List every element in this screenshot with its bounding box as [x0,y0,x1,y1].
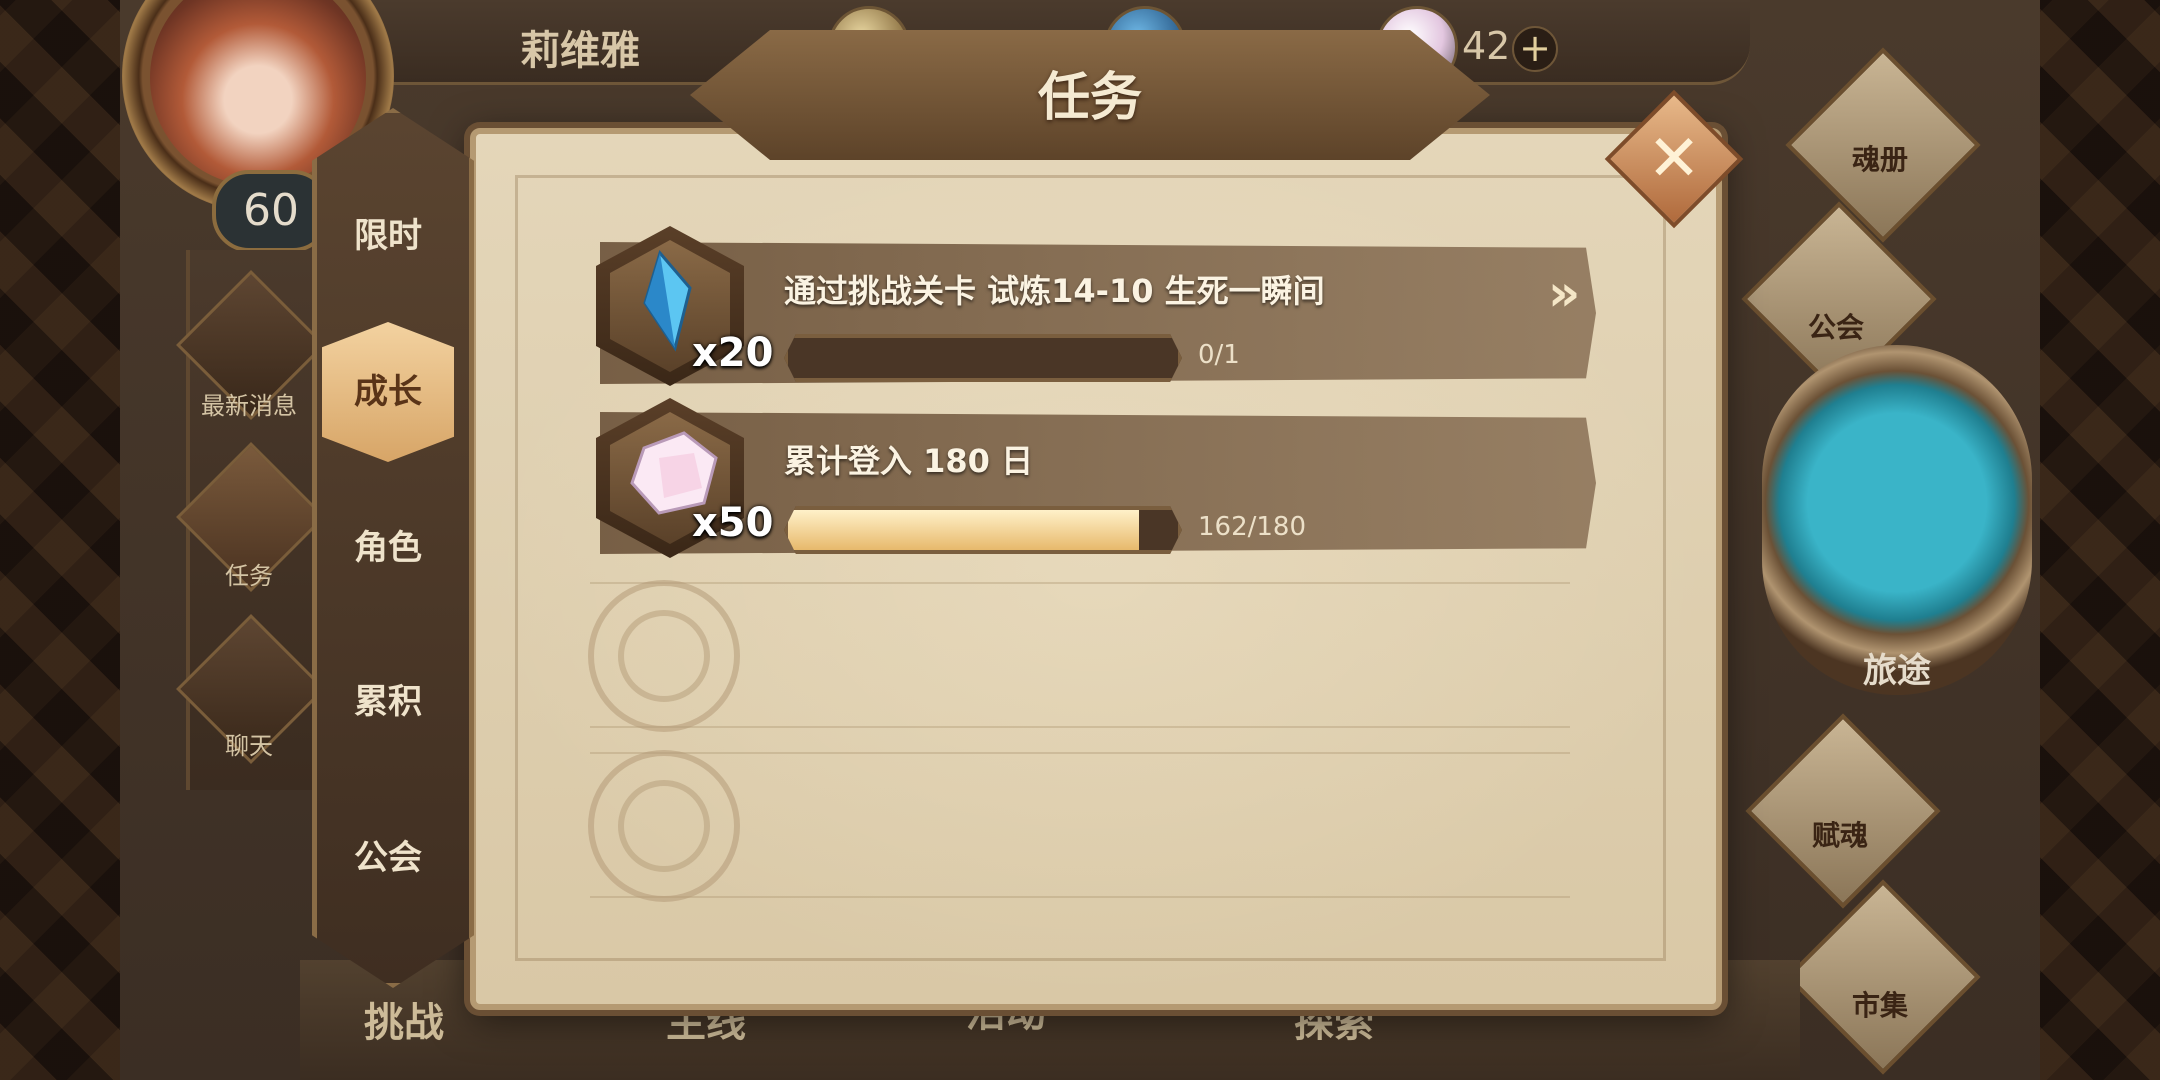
close-icon[interactable]: ✕ [1625,110,1723,208]
tab-guild[interactable]: 公会 [322,788,454,928]
chevron-right-icon[interactable]: » [1548,264,1580,322]
market-crystal-icon [1785,879,1981,1075]
journey-label: 旅途 [1863,651,1931,691]
task-progress-fill [788,510,1139,550]
right-menu-item-soulforge[interactable]: 赋魂 [1745,713,1941,909]
reward-quantity: x50 [692,500,774,546]
left-menu-label: 任务 [225,562,273,590]
left-menu-item-chat[interactable]: 聊天 [176,614,326,766]
bottom-nav-challenge[interactable]: 挑战 [364,990,444,1048]
tab-character[interactable]: 角色 [322,478,454,618]
journey-button[interactable]: 旅途 [1762,345,2032,695]
left-menu-item-quest[interactable]: 任务 [176,442,326,594]
task-title: 累计登入 180 日 [784,442,1034,480]
task-progress-bar [784,334,1182,382]
add-gem-button[interactable]: + [1512,26,1558,72]
task-title: 通过挑战关卡 试炼14-10 生死一瞬间 [784,272,1325,310]
soul-flame-icon [1745,713,1941,909]
right-menu-item-soulbook[interactable]: 魂册 [1785,47,1981,243]
right-menu-label: 赋魂 [1811,819,1868,852]
right-menu-item-market[interactable]: 市集 [1785,879,1981,1075]
left-menu-label: 聊天 [225,732,273,760]
tab-limited[interactable]: 限时 [322,166,454,306]
empty-emblem-icon [588,750,740,902]
right-menu-label: 魂册 [1851,143,1908,176]
gem-amount: 42 [1462,24,1511,68]
left-menu-item-news[interactable]: 最新消息 [176,270,326,422]
tab-cumulative[interactable]: 累积 [322,632,454,772]
tab-growth[interactable]: 成长 [322,322,454,462]
task-progress-text: 162/180 [1198,512,1307,542]
right-menu-label: 公会 [1807,311,1864,344]
left-menu-label: 最新消息 [201,392,297,420]
empty-emblem-icon [588,580,740,732]
dialog-title: 任务 [1037,68,1142,128]
task-progress-text: 0/1 [1198,340,1240,370]
reward-quantity: x20 [692,330,774,376]
player-name: 莉维雅 [520,28,640,74]
right-menu-label: 市集 [1851,989,1908,1022]
task-progress-bar [784,506,1182,554]
